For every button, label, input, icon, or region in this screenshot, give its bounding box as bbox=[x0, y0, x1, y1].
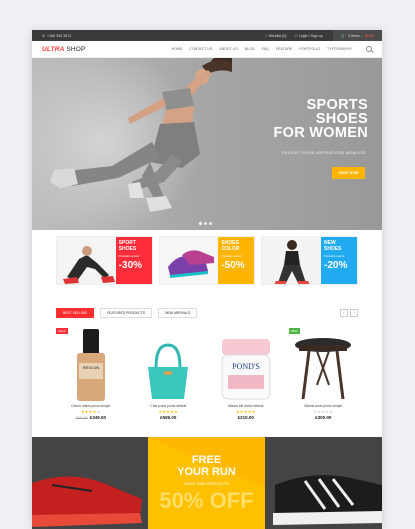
nav-menu: HOME CONTACT US ABOUT US BLOG FAQ FEATUR… bbox=[171, 47, 352, 51]
product-price: £210.00 bbox=[237, 415, 254, 420]
product-price: £400.00 £349.00 bbox=[75, 415, 107, 420]
hero-subtitle: PURSUE THESE ASPIRATIONS MOBILIZE bbox=[281, 151, 366, 155]
banner-new-shoes[interactable]: NEW SHOES Promotion accord -20% bbox=[261, 236, 359, 285]
banner-sport-shoes[interactable]: SPORT SHOES Promotion accord -30% bbox=[56, 236, 153, 285]
promo-center-panel[interactable]: FREE YOUR RUN OVER 1000 PRODUCTS 50% OFF bbox=[148, 437, 265, 529]
product-price: £300.00 bbox=[315, 415, 332, 420]
main-nav: ULTRA SHOP HOME CONTACT US ABOUT US BLOG… bbox=[32, 41, 382, 58]
product-card[interactable]: NEW Mauris amet purus simple ★★★★★ £300.… bbox=[288, 326, 359, 420]
banner-panel: NEW SHOES Promotion accord -20% bbox=[321, 237, 358, 284]
shoe-stretch-image bbox=[57, 237, 119, 284]
colorful-shoes-image bbox=[159, 237, 222, 284]
product-card[interactable]: POND'S Mauris elit lectus default ★★★★★ … bbox=[211, 326, 281, 420]
product-card[interactable]: Cras posui purus default ★★★★★ £599.00 bbox=[134, 326, 204, 420]
tab-best-selling[interactable]: BEST SELLING bbox=[56, 308, 95, 318]
product-grid: SALE REVLON Dolore adipis purus simple ★… bbox=[56, 326, 358, 420]
cart-amount: $0.00 bbox=[365, 33, 374, 38]
sale-badge: SALE bbox=[56, 328, 68, 334]
product-name[interactable]: Mauris elit lectus default bbox=[211, 404, 281, 408]
rating-stars: ★★★★★ bbox=[158, 409, 178, 414]
rating-stars: ★★★★★ bbox=[81, 409, 101, 414]
page-frame: ✆ +186 394 3674 ♡ Wishlist (0) ⚇ Login /… bbox=[32, 30, 382, 529]
prev-arrow-icon[interactable]: ‹ bbox=[340, 309, 348, 317]
wishlist-link[interactable]: ♡ Wishlist (0) bbox=[265, 34, 287, 38]
nav-item-about[interactable]: ABOUT US bbox=[219, 47, 237, 51]
product-image[interactable]: SALE REVLON bbox=[56, 326, 126, 401]
foundation-bottle-image: REVLON bbox=[76, 329, 105, 401]
nav-item-blog[interactable]: BLOG bbox=[245, 47, 255, 51]
hero-slider: SPORTS SHOES FOR WOMEN PURSUE THESE ASPI… bbox=[32, 58, 382, 230]
product-card[interactable]: SALE REVLON Dolore adipis purus simple ★… bbox=[56, 326, 126, 420]
cart-icon: 🛒 bbox=[340, 33, 346, 38]
promo-heading: FREE YOUR RUN bbox=[177, 454, 236, 478]
side-table-image bbox=[295, 338, 352, 400]
banner-shoes-color[interactable]: SHOES COLOR Promotion accord -50% bbox=[158, 236, 256, 285]
product-name[interactable]: Mauris amet purus simple bbox=[289, 404, 359, 408]
free-run-promo: FREE YOUR RUN OVER 1000 PRODUCTS 50% OFF bbox=[32, 437, 382, 529]
nav-item-contact[interactable]: CONTACT US bbox=[189, 47, 212, 51]
product-tabs: BEST SELLING FEATURED PRODUCTS NEW ARRIV… bbox=[56, 308, 358, 318]
banner-panel: SHOES COLOR Promotion accord -50% bbox=[218, 237, 255, 284]
search-icon[interactable] bbox=[366, 46, 372, 52]
product-name[interactable]: Dolore adipis purus simple bbox=[56, 404, 126, 408]
slider-dot-1[interactable] bbox=[199, 222, 202, 225]
rating-stars: ★★★★★ bbox=[236, 409, 256, 414]
black-sneaker-image bbox=[273, 475, 382, 525]
slider-dot-3[interactable] bbox=[209, 222, 212, 225]
handbag-image bbox=[148, 343, 189, 399]
promo-discount: 50% OFF bbox=[159, 488, 254, 513]
phone-info: ✆ +186 394 3674 bbox=[42, 34, 265, 38]
product-price: £599.00 bbox=[160, 415, 177, 420]
phone-icon: ✆ bbox=[42, 33, 46, 38]
svg-text:REVLON: REVLON bbox=[83, 365, 100, 370]
slider-dot-2[interactable] bbox=[204, 222, 207, 225]
login-link[interactable]: ⚇ Login / Sign up bbox=[295, 34, 323, 38]
banner-panel: SPORT SHOES Promotion accord -30% bbox=[115, 237, 152, 284]
product-image[interactable]: POND'S bbox=[211, 326, 281, 401]
nav-item-typography[interactable]: TYPOGRAPHY bbox=[327, 47, 352, 51]
phone-number: +186 394 3674 bbox=[47, 33, 72, 38]
cart-label: 0 items - bbox=[348, 33, 362, 38]
runner-woman-image bbox=[50, 58, 232, 212]
carousel-arrows: ‹ › bbox=[340, 309, 358, 317]
tab-new-arrivals[interactable]: NEW ARRIVALS bbox=[158, 308, 198, 318]
new-badge: NEW bbox=[288, 328, 300, 334]
cart-button[interactable]: 🛒 0 items - $0.00 bbox=[332, 30, 382, 41]
slider-dots bbox=[199, 222, 212, 225]
top-bar: ✆ +186 394 3674 ♡ Wishlist (0) ⚇ Login /… bbox=[32, 30, 382, 41]
nav-item-feature[interactable]: FEATURE bbox=[276, 47, 293, 51]
nav-item-portfolio[interactable]: PORTFOLIO bbox=[299, 47, 320, 51]
product-name[interactable]: Cras posui purus default bbox=[134, 404, 204, 408]
shop-now-button[interactable]: SHOP NOW bbox=[332, 167, 365, 179]
promo-subtitle: OVER 1000 PRODUCTS bbox=[184, 481, 229, 486]
svg-text:POND'S: POND'S bbox=[232, 362, 260, 371]
product-image[interactable]: NEW bbox=[288, 326, 359, 401]
red-sneaker-image bbox=[32, 476, 142, 527]
rating-stars: ★★★★★ bbox=[313, 409, 333, 414]
athlete-image bbox=[262, 237, 325, 284]
tab-featured-products[interactable]: FEATURED PRODUCTS bbox=[100, 308, 153, 318]
nav-item-home[interactable]: HOME bbox=[171, 47, 182, 51]
nav-item-faq[interactable]: FAQ bbox=[262, 47, 269, 51]
promo-banners: SPORT SHOES Promotion accord -30% SHOES … bbox=[56, 236, 359, 285]
next-arrow-icon[interactable]: › bbox=[350, 309, 358, 317]
hero-heading: SPORTS SHOES FOR WOMEN bbox=[273, 97, 368, 141]
logo[interactable]: ULTRA SHOP bbox=[42, 46, 171, 53]
cream-jar-image: POND'S bbox=[221, 339, 271, 400]
product-image[interactable] bbox=[134, 326, 204, 401]
